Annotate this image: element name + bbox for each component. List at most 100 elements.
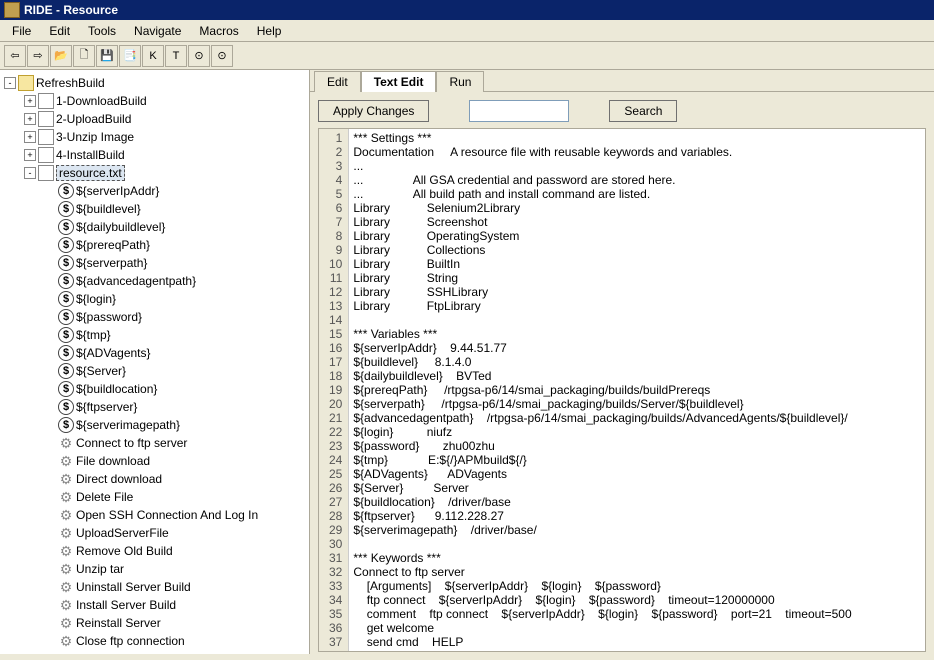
code-line[interactable]: ... All build path and install command a… — [353, 187, 851, 201]
code-line[interactable]: ${ftpserver} 9.112.228.27 — [353, 509, 851, 523]
code-line[interactable] — [353, 313, 851, 327]
tree-item[interactable]: $${buildlocation} — [0, 380, 309, 398]
tree-item[interactable]: ⚙Close ftp connection — [0, 632, 309, 650]
tree-item[interactable]: ⚙Connect to ftp server — [0, 434, 309, 452]
tree-item[interactable]: $${Server} — [0, 362, 309, 380]
tree-item[interactable]: $${serverpath} — [0, 254, 309, 272]
code-line[interactable]: Library OperatingSystem — [353, 229, 851, 243]
code-line[interactable]: ${Server} Server — [353, 481, 851, 495]
code-line[interactable]: *** Variables *** — [353, 327, 851, 341]
toolbar-button-3[interactable]: 🗋 — [73, 45, 95, 67]
search-input[interactable] — [469, 100, 569, 122]
code-line[interactable]: ... All GSA credential and password are … — [353, 173, 851, 187]
tree-item[interactable]: +3-Unzip Image — [0, 128, 309, 146]
tree-item[interactable]: ⚙Direct download — [0, 470, 309, 488]
tree-expander-icon[interactable]: + — [24, 95, 36, 107]
tree-expander-icon[interactable]: + — [24, 149, 36, 161]
code-line[interactable]: Documentation A resource file with reusa… — [353, 145, 851, 159]
code-line[interactable]: [Arguments] ${serverIpAddr} ${login} ${p… — [353, 579, 851, 593]
text-editor[interactable]: 1234567891011121314151617181920212223242… — [318, 128, 926, 652]
tree-expander-icon[interactable]: - — [24, 167, 36, 179]
menu-macros[interactable]: Macros — [191, 22, 246, 40]
tree-expander-icon[interactable]: + — [24, 113, 36, 125]
tree-expander-icon[interactable]: - — [4, 77, 16, 89]
code-line[interactable]: ${serverIpAddr} 9.44.51.77 — [353, 341, 851, 355]
tree-item[interactable]: +4-InstallBuild — [0, 146, 309, 164]
tree-item[interactable]: $${serverimagepath} — [0, 416, 309, 434]
menu-file[interactable]: File — [4, 22, 39, 40]
tree-item[interactable]: $${password} — [0, 308, 309, 326]
code-line[interactable]: ftp connect ${serverIpAddr} ${login} ${p… — [353, 593, 851, 607]
code-line[interactable]: send cmd HELP — [353, 635, 851, 649]
menu-tools[interactable]: Tools — [80, 22, 124, 40]
tree-item[interactable]: -RefreshBuild — [0, 74, 309, 92]
tree-item[interactable]: ⚙UploadServerFile — [0, 524, 309, 542]
code-line[interactable]: ${tmp} E:${/}APMbuild${/} — [353, 453, 851, 467]
tree-item[interactable]: $${buildlevel} — [0, 200, 309, 218]
search-button[interactable]: Search — [609, 100, 677, 122]
project-tree[interactable]: -RefreshBuild+1-DownloadBuild+2-UploadBu… — [0, 70, 310, 654]
tree-item[interactable]: ⚙File download — [0, 452, 309, 470]
tree-item[interactable]: $${login} — [0, 290, 309, 308]
menu-edit[interactable]: Edit — [41, 22, 78, 40]
code-line[interactable]: Library FtpLibrary — [353, 299, 851, 313]
toolbar-button-0[interactable]: ⇦ — [4, 45, 26, 67]
toolbar-button-8[interactable]: ⊙ — [188, 45, 210, 67]
code-line[interactable]: ${prereqPath} /rtpgsa-p6/14/smai_packagi… — [353, 383, 851, 397]
tree-item[interactable]: ⚙Remove Old Build — [0, 542, 309, 560]
code-line[interactable]: ${password} zhu00zhu — [353, 439, 851, 453]
code-line[interactable]: *** Keywords *** — [353, 551, 851, 565]
code-line[interactable]: get welcome — [353, 621, 851, 635]
code-line[interactable]: Library Selenium2Library — [353, 201, 851, 215]
code-line[interactable]: Library SSHLibrary — [353, 285, 851, 299]
menu-help[interactable]: Help — [249, 22, 290, 40]
toolbar-button-4[interactable]: 💾 — [96, 45, 118, 67]
tree-item[interactable]: ⚙Open SSH Connection And Log In — [0, 506, 309, 524]
toolbar-button-1[interactable]: ⇨ — [27, 45, 49, 67]
code-line[interactable]: *** Settings *** — [353, 131, 851, 145]
code-line[interactable] — [353, 537, 851, 551]
code-line[interactable]: ${dailybuildlevel} BVTed — [353, 369, 851, 383]
toolbar-button-2[interactable]: 📂 — [50, 45, 72, 67]
tree-item[interactable]: ⚙Install Server Build — [0, 596, 309, 614]
tree-expander-icon[interactable]: + — [24, 131, 36, 143]
tree-item[interactable]: $${ADVagents} — [0, 344, 309, 362]
tree-item[interactable]: -resource.txt — [0, 164, 309, 182]
tree-item[interactable]: $${prereqPath} — [0, 236, 309, 254]
tree-item[interactable]: ⚙Unzip tar — [0, 560, 309, 578]
code-line[interactable]: ${buildlocation} /driver/base — [353, 495, 851, 509]
code-line[interactable]: Library String — [353, 271, 851, 285]
code-line[interactable]: ${advancedagentpath} /rtpgsa-p6/14/smai_… — [353, 411, 851, 425]
code-line[interactable]: ${ADVagents} ADVagents — [353, 467, 851, 481]
tree-item[interactable]: ⚙Delete File — [0, 488, 309, 506]
toolbar-button-7[interactable]: T — [165, 45, 187, 67]
code-area[interactable]: *** Settings ***Documentation A resource… — [349, 129, 855, 651]
toolbar-button-5[interactable]: 📑 — [119, 45, 141, 67]
tree-item[interactable]: ⚙Uninstall Server Build — [0, 578, 309, 596]
tab-edit[interactable]: Edit — [314, 71, 361, 92]
code-line[interactable]: comment ftp connect ${serverIpAddr} ${lo… — [353, 607, 851, 621]
tree-item[interactable]: $${dailybuildlevel} — [0, 218, 309, 236]
tree-item[interactable]: $${tmp} — [0, 326, 309, 344]
tree-item[interactable]: +1-DownloadBuild — [0, 92, 309, 110]
tab-run[interactable]: Run — [436, 71, 484, 92]
menu-navigate[interactable]: Navigate — [126, 22, 189, 40]
tree-item[interactable]: +2-UploadBuild — [0, 110, 309, 128]
code-line[interactable]: ${serverimagepath} /driver/base/ — [353, 523, 851, 537]
toolbar-button-6[interactable]: K — [142, 45, 164, 67]
tree-item[interactable]: $${ftpserver} — [0, 398, 309, 416]
code-line[interactable]: Library BuiltIn — [353, 257, 851, 271]
apply-changes-button[interactable]: Apply Changes — [318, 100, 429, 122]
tree-item[interactable]: $${serverIpAddr} — [0, 182, 309, 200]
code-line[interactable]: ${login} niufz — [353, 425, 851, 439]
code-line[interactable]: ${serverpath} /rtpgsa-p6/14/smai_packagi… — [353, 397, 851, 411]
tree-item[interactable]: ⚙Reinstall Server — [0, 614, 309, 632]
code-line[interactable]: Library Screenshot — [353, 215, 851, 229]
code-line[interactable]: Connect to ftp server — [353, 565, 851, 579]
code-line[interactable]: ${buildlevel} 8.1.4.0 — [353, 355, 851, 369]
code-line[interactable]: Library Collections — [353, 243, 851, 257]
tab-text-edit[interactable]: Text Edit — [361, 71, 437, 92]
toolbar-button-9[interactable]: ⊙ — [211, 45, 233, 67]
tree-item[interactable]: $${advancedagentpath} — [0, 272, 309, 290]
code-line[interactable]: ... — [353, 159, 851, 173]
